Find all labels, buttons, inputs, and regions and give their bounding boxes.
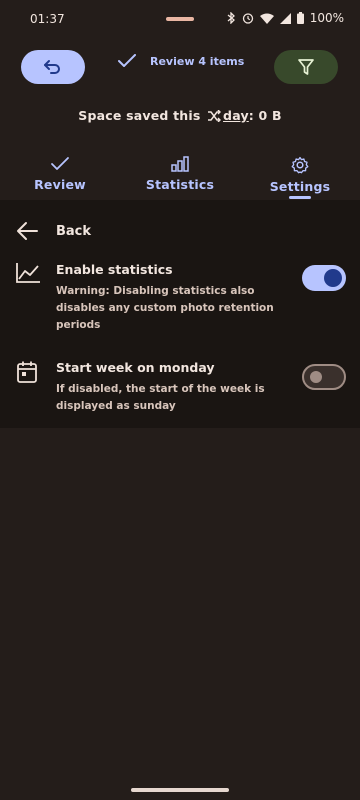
wifi-icon — [259, 13, 274, 24]
battery-level: 100% — [309, 11, 344, 25]
arrow-left-icon — [17, 222, 38, 240]
review-label: Review 4 items — [150, 54, 245, 68]
tab-bar: Review Statistics Settings — [0, 150, 360, 201]
space-saved-value: : 0 B — [248, 108, 282, 123]
check-icon — [51, 157, 69, 170]
battery-icon — [296, 12, 304, 24]
statistics-toggle[interactable] — [302, 265, 346, 291]
filter-button[interactable] — [274, 50, 338, 84]
back-row[interactable]: Back — [0, 210, 360, 254]
trending-chart-icon — [16, 263, 40, 283]
status-icons: 100% — [227, 11, 344, 25]
shuffle-icon[interactable] — [207, 109, 222, 125]
tab-settings[interactable]: Settings — [240, 150, 360, 194]
status-pill — [166, 17, 194, 21]
setting-title: Enable statistics — [56, 262, 173, 277]
setting-description: If disabled, the start of the week is di… — [56, 383, 265, 412]
signal-icon — [279, 12, 291, 24]
review-items-button[interactable]: Review 4 items — [118, 54, 244, 68]
space-saved-prefix: Space saved this — [78, 108, 201, 123]
settings-panel: Back Enable statistics Warning: Disablin… — [0, 200, 360, 428]
setting-title: Start week on monday — [56, 360, 215, 375]
bluetooth-icon — [227, 12, 235, 24]
top-bar: Review 4 items — [0, 48, 360, 88]
alarm-icon — [242, 13, 253, 24]
setting-start-week-monday[interactable]: Start week on monday If disabled, the st… — [0, 360, 360, 416]
week-start-toggle[interactable] — [302, 364, 346, 390]
undo-icon — [44, 60, 60, 74]
tab-indicator — [289, 196, 311, 199]
space-saved-line: Space saved this day: 0 B — [0, 108, 360, 125]
setting-enable-statistics[interactable]: Enable statistics Warning: Disabling sta… — [0, 262, 360, 332]
tab-label: Settings — [269, 179, 331, 194]
bar-chart-icon — [171, 156, 189, 172]
period-selector[interactable]: day — [223, 108, 249, 123]
tab-label: Statistics — [145, 177, 215, 192]
gear-icon — [291, 156, 309, 174]
undo-button[interactable] — [21, 50, 85, 84]
toggle-knob — [310, 371, 322, 383]
toggle-knob — [324, 269, 342, 287]
check-icon — [118, 54, 136, 67]
tab-statistics[interactable]: Statistics — [120, 150, 240, 192]
status-bar: 01:37 100% — [0, 0, 360, 40]
calendar-icon — [17, 361, 37, 383]
filter-icon — [298, 59, 314, 75]
back-label: Back — [56, 224, 92, 239]
setting-description: Warning: Disabling statistics also disab… — [56, 285, 274, 331]
tab-review[interactable]: Review — [0, 150, 120, 192]
status-time: 01:37 — [30, 12, 65, 26]
tab-label: Review — [34, 177, 86, 192]
home-indicator[interactable] — [131, 788, 229, 792]
